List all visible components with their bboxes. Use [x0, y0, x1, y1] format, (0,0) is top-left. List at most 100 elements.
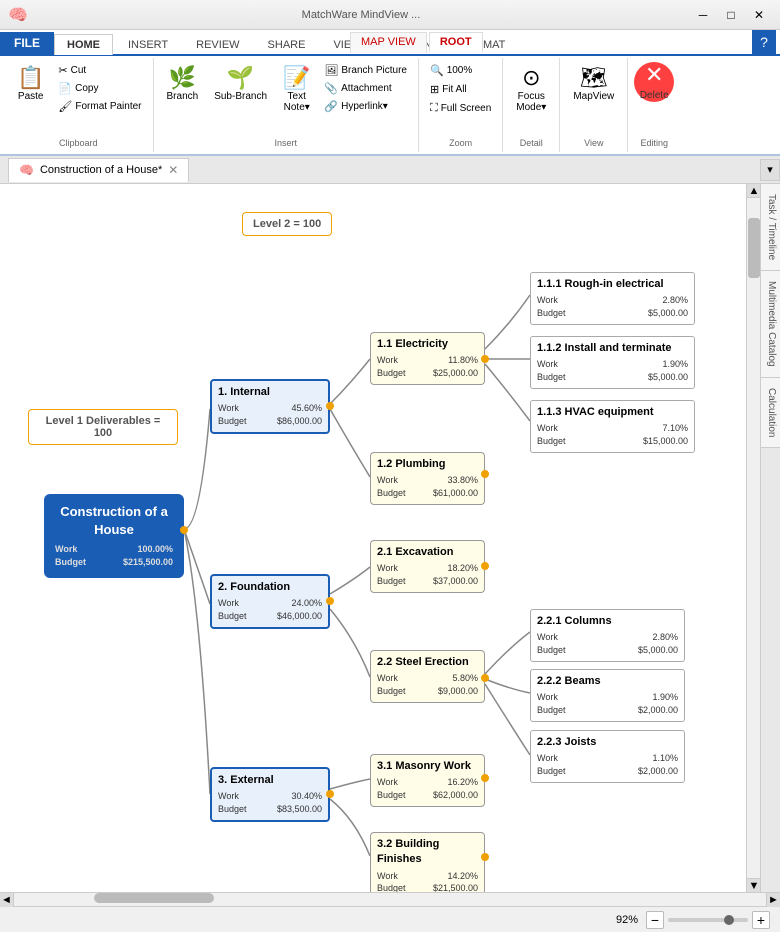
full-screen-label: Full Screen: [441, 103, 492, 114]
install-terminate-title: 1.1.2 Install and terminate: [537, 341, 688, 356]
minimize-button[interactable]: ─: [690, 5, 716, 25]
scroll-up-button[interactable]: ▲: [747, 184, 760, 198]
mapview-icon: 🗺: [580, 67, 608, 89]
close-button[interactable]: ✕: [746, 5, 772, 25]
h-scroll-thumb[interactable]: [94, 893, 214, 903]
tab-scroll-right[interactable]: ▾: [760, 159, 780, 181]
tab-home[interactable]: HOME: [54, 34, 113, 55]
tab-file[interactable]: FILE: [0, 32, 54, 54]
focus-mode-button[interactable]: ⊙ FocusMode▾: [509, 62, 553, 118]
cut-button[interactable]: ✂ Cut: [53, 62, 146, 79]
delete-button[interactable]: ✕ Delete: [634, 62, 674, 102]
foundation-title: 2. Foundation: [218, 580, 322, 595]
focus-mode-icon: ⊙: [522, 67, 540, 89]
foundation-node[interactable]: 2. Foundation Work24.00% Budget$46,000.0…: [210, 574, 330, 629]
paste-label: Paste: [18, 91, 44, 102]
insert-group-label: Insert: [274, 136, 297, 148]
external-title: 3. External: [218, 773, 322, 788]
scroll-left-button[interactable]: ◄: [0, 893, 14, 907]
format-painter-button[interactable]: 🖌 Format Painter: [53, 98, 146, 115]
electricity-connector-dot: [481, 355, 489, 363]
rough-electrical-title: 1.1.1 Rough-in electrical: [537, 277, 688, 292]
tab-review[interactable]: REVIEW: [183, 34, 252, 55]
paste-button[interactable]: 📋 Paste: [10, 62, 51, 107]
doc-tab-main[interactable]: 🧠 Construction of a House* ✕: [8, 158, 189, 182]
title-bar-text: MatchWare MindView ...: [32, 9, 690, 21]
task-timeline-panel[interactable]: Task / Timeline: [761, 184, 780, 271]
branch-button[interactable]: 🌿 Branch: [160, 62, 206, 107]
paste-icon: 📋: [17, 67, 44, 89]
tab-map-view[interactable]: MAP VIEW: [350, 32, 427, 53]
building-finishes-node[interactable]: 3.2 Building Finishes Work14.20% Budget$…: [370, 832, 485, 892]
doc-tab-icon: 🧠: [19, 163, 34, 177]
view-tab-bar: MAP VIEW ROOT: [350, 31, 485, 52]
doc-tab-close[interactable]: ✕: [168, 163, 178, 177]
level2-info-box: Level 2 = 100: [242, 212, 332, 236]
tab-root[interactable]: ROOT: [429, 32, 483, 53]
scrollbar-horizontal[interactable]: ◄ ►: [0, 892, 780, 906]
hvac-node[interactable]: 1.1.3 HVAC equipment Work7.10% Budget$15…: [530, 400, 695, 453]
masonry-connector-dot: [481, 774, 489, 782]
excavation-title: 2.1 Excavation: [377, 545, 478, 560]
scroll-right-button[interactable]: ►: [766, 893, 780, 907]
scroll-down-button[interactable]: ▼: [747, 878, 760, 892]
editing-group: ✕ Delete Editing: [628, 58, 680, 152]
columns-node[interactable]: 2.2.1 Columns Work2.80% Budget$5,000.00: [530, 609, 685, 662]
mapview-button[interactable]: 🗺 MapView: [566, 62, 621, 107]
branch-picture-button[interactable]: 🖼 Branch Picture: [319, 62, 412, 79]
view-content: 🗺 MapView: [566, 62, 621, 136]
zoom-100-icon: 🔍: [430, 64, 444, 77]
help-button[interactable]: ?: [752, 30, 776, 54]
electricity-title: 1.1 Electricity: [377, 337, 478, 352]
internal-node[interactable]: 1. Internal Work45.60% Budget$86,000.00: [210, 379, 330, 434]
sub-branch-button[interactable]: 🌱 Sub-Branch: [207, 62, 274, 107]
hyperlink-button[interactable]: 🔗 Hyperlink▾: [319, 98, 412, 115]
excavation-node[interactable]: 2.1 Excavation Work18.20% Budget$37,000.…: [370, 540, 485, 593]
level2-text: Level 2 = 100: [253, 218, 321, 230]
attachment-icon: 📎: [324, 82, 338, 95]
zoom-100-button[interactable]: 🔍 100%: [425, 62, 477, 79]
window-controls: ─ □ ✕: [690, 5, 772, 25]
focus-mode-label: FocusMode▾: [516, 91, 546, 113]
detail-group-label: Detail: [520, 136, 543, 148]
install-terminate-node[interactable]: 1.1.2 Install and terminate Work1.90% Bu…: [530, 336, 695, 389]
insert-small-btns: 🖼 Branch Picture 📎 Attachment 🔗 Hyperlin…: [319, 62, 412, 115]
text-note-button[interactable]: 📝 TextNote▾: [276, 62, 317, 118]
tab-insert[interactable]: INSERT: [115, 34, 181, 55]
full-screen-button[interactable]: ⛶ Full Screen: [425, 100, 496, 117]
doc-tab-bar: 🧠 Construction of a House* ✕ ▾: [0, 156, 780, 184]
calculation-panel[interactable]: Calculation: [761, 378, 780, 448]
copy-label: Copy: [75, 83, 98, 94]
mind-map-canvas[interactable]: ▲ ▼: [0, 184, 760, 892]
fit-all-icon: ⊞: [430, 83, 439, 96]
editing-group-label: Editing: [641, 136, 669, 148]
zoom-content: 🔍 100% ⊞ Fit All ⛶ Full Screen: [425, 62, 496, 136]
scroll-thumb[interactable]: [748, 218, 760, 278]
zoom-group-label: Zoom: [449, 136, 472, 148]
ribbon-tab-bar: MAP VIEW ROOT FILE HOME INSERT REVIEW SH…: [0, 30, 780, 56]
steel-erection-title: 2.2 Steel Erection: [377, 655, 478, 670]
steel-erection-node[interactable]: 2.2 Steel Erection Work5.80% Budget$9,00…: [370, 650, 485, 703]
fit-all-button[interactable]: ⊞ Fit All: [425, 81, 472, 98]
copy-button[interactable]: 📄 Copy: [53, 80, 146, 97]
fit-all-label: Fit All: [442, 84, 466, 95]
plumbing-node[interactable]: 1.2 Plumbing Work33.80% Budget$61,000.00: [370, 452, 485, 505]
electricity-node[interactable]: 1.1 Electricity Work11.80% Budget$25,000…: [370, 332, 485, 385]
scrollbar-vertical[interactable]: ▲ ▼: [746, 184, 760, 892]
multimedia-catalog-panel[interactable]: Multimedia Catalog: [761, 271, 780, 378]
external-connector-dot: [326, 790, 334, 798]
tab-share[interactable]: SHARE: [255, 34, 319, 55]
joists-node[interactable]: 2.2.3 Joists Work1.10% Budget$2,000.00: [530, 730, 685, 783]
root-node[interactable]: Construction of aHouse Work100.00% Budge…: [44, 494, 184, 578]
columns-title: 2.2.1 Columns: [537, 614, 678, 629]
steel-erection-connector-dot: [481, 674, 489, 682]
level1-info-box: Level 1 Deliverables =100: [28, 409, 178, 445]
external-node[interactable]: 3. External Work30.40% Budget$83,500.00: [210, 767, 330, 822]
masonry-work-node[interactable]: 3.1 Masonry Work Work16.20% Budget$62,00…: [370, 754, 485, 807]
maximize-button[interactable]: □: [718, 5, 744, 25]
foundation-connector-dot: [326, 597, 334, 605]
view-group-label: View: [584, 136, 603, 148]
rough-electrical-node[interactable]: 1.1.1 Rough-in electrical Work2.80% Budg…: [530, 272, 695, 325]
beams-node[interactable]: 2.2.2 Beams Work1.90% Budget$2,000.00: [530, 669, 685, 722]
attachment-button[interactable]: 📎 Attachment: [319, 80, 412, 97]
